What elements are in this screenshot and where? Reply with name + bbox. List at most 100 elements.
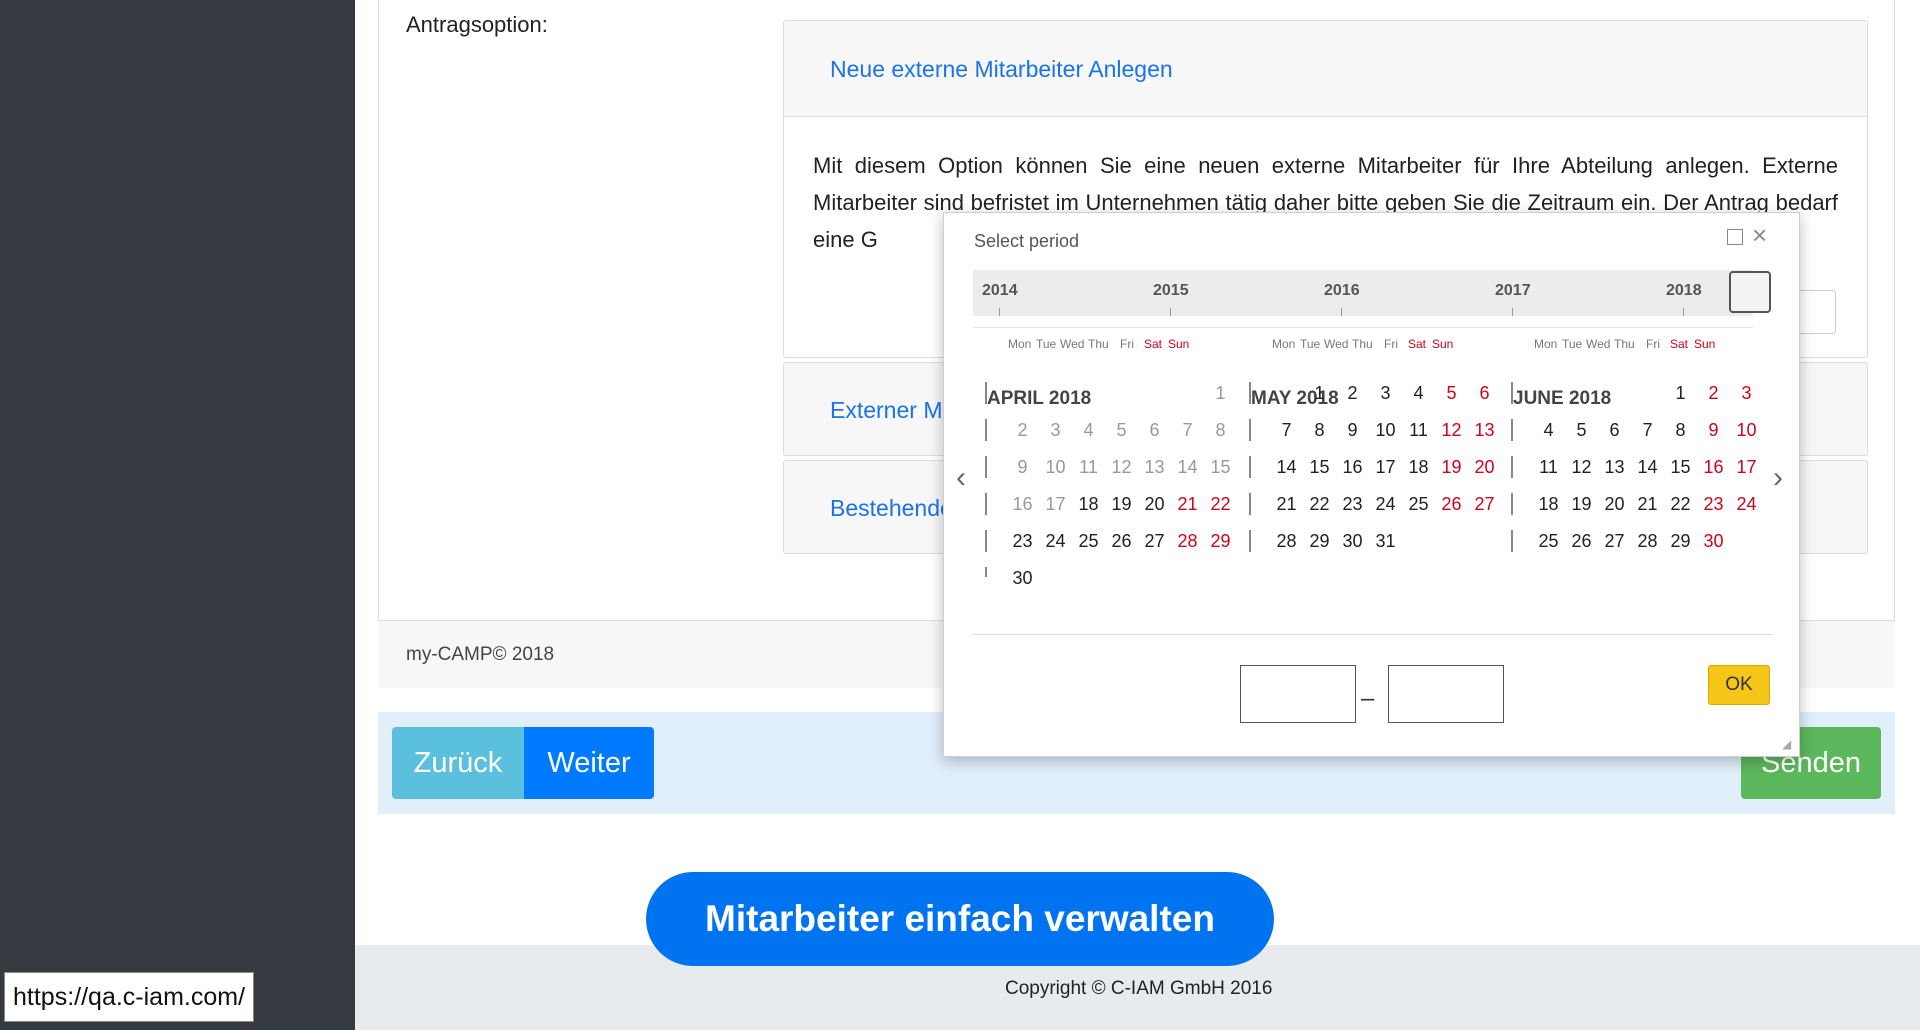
calendar-day[interactable]: 30 [1697,531,1730,552]
calendar-day[interactable]: 5 [1565,420,1598,441]
calendar-day[interactable]: 7 [1270,420,1303,441]
calendar-day[interactable]: 18 [1532,494,1565,515]
calendar-day[interactable]: 22 [1664,494,1697,515]
calendar-day[interactable]: 10 [1730,420,1763,441]
chevron-left-icon[interactable]: ‹ [956,463,966,493]
week-selector[interactable] [985,382,987,404]
calendar-day[interactable]: 20 [1138,494,1171,515]
calendar-day[interactable]: 29 [1664,531,1697,552]
calendar-day[interactable]: 29 [1303,531,1336,552]
calendar-day[interactable]: 1 [1664,383,1697,404]
week-selector[interactable] [1511,419,1513,441]
timeline-handle[interactable] [1729,271,1771,313]
calendar-day[interactable]: 4 [1532,420,1565,441]
calendar-day[interactable]: 13 [1138,457,1171,478]
calendar-day[interactable]: 5 [1105,420,1138,441]
calendar-day[interactable]: 19 [1565,494,1598,515]
calendar-day[interactable]: 19 [1105,494,1138,515]
maximize-icon[interactable] [1727,229,1743,245]
calendar-day[interactable]: 2 [1006,420,1039,441]
calendar-day[interactable]: 5 [1435,383,1468,404]
calendar-day[interactable]: 14 [1171,457,1204,478]
calendar-day[interactable]: 21 [1171,494,1204,515]
chevron-right-icon[interactable]: › [1773,463,1783,493]
calendar-day[interactable]: 18 [1402,457,1435,478]
calendar-day[interactable]: 1 [1204,383,1237,404]
calendar-day[interactable]: 26 [1565,531,1598,552]
back-button[interactable]: Zurück [392,727,524,799]
close-icon[interactable]: × [1752,221,1767,249]
week-selector[interactable] [1511,493,1513,515]
calendar-day[interactable]: 20 [1468,457,1501,478]
calendar-day[interactable]: 12 [1565,457,1598,478]
calendar-day[interactable]: 16 [1006,494,1039,515]
calendar-day[interactable]: 3 [1730,383,1763,404]
calendar-day[interactable]: 15 [1204,457,1237,478]
week-selector[interactable] [1511,382,1513,404]
calendar-day[interactable]: 29 [1204,531,1237,552]
next-button[interactable]: Weiter [524,727,654,799]
calendar-day[interactable]: 1 [1303,383,1336,404]
calendar-day[interactable]: 23 [1697,494,1730,515]
calendar-day[interactable]: 17 [1039,494,1072,515]
calendar-day[interactable]: 14 [1631,457,1664,478]
calendar-day[interactable]: 15 [1303,457,1336,478]
calendar-day[interactable]: 30 [1336,531,1369,552]
week-selector[interactable] [1249,419,1251,441]
calendar-day[interactable]: 25 [1402,494,1435,515]
calendar-day[interactable]: 3 [1039,420,1072,441]
calendar-day[interactable]: 24 [1039,531,1072,552]
calendar-day[interactable]: 2 [1336,383,1369,404]
week-selector[interactable] [1511,530,1513,552]
calendar-day[interactable]: 27 [1598,531,1631,552]
week-selector[interactable] [1249,530,1251,552]
calendar-day[interactable]: 25 [1532,531,1565,552]
calendar-day[interactable]: 26 [1435,494,1468,515]
calendar-day[interactable]: 28 [1631,531,1664,552]
calendar-day[interactable]: 13 [1468,420,1501,441]
calendar-day[interactable]: 16 [1697,457,1730,478]
year-timeline[interactable]: 2014 2015 2016 2017 2018 [973,270,1753,316]
calendar-day[interactable]: 2 [1697,383,1730,404]
calendar-day[interactable]: 22 [1204,494,1237,515]
calendar-day[interactable]: 4 [1402,383,1435,404]
week-selector[interactable] [985,456,987,478]
calendar-day[interactable]: 3 [1369,383,1402,404]
calendar-day[interactable]: 9 [1697,420,1730,441]
calendar-day[interactable]: 21 [1270,494,1303,515]
calendar-day[interactable]: 10 [1369,420,1402,441]
calendar-day[interactable]: 8 [1204,420,1237,441]
calendar-day[interactable]: 8 [1664,420,1697,441]
calendar-day[interactable]: 20 [1598,494,1631,515]
calendar-day[interactable]: 12 [1105,457,1138,478]
calendar-day[interactable]: 24 [1369,494,1402,515]
calendar-day[interactable]: 28 [1270,531,1303,552]
calendar-day[interactable]: 6 [1138,420,1171,441]
calendar-day[interactable]: 25 [1072,531,1105,552]
calendar-day[interactable]: 22 [1303,494,1336,515]
week-selector[interactable] [985,530,987,552]
ok-button[interactable]: OK [1708,665,1770,705]
week-selector[interactable] [1249,456,1251,478]
calendar-day[interactable]: 24 [1730,494,1763,515]
calendar-day[interactable]: 12 [1435,420,1468,441]
option-new-external-employee-title[interactable]: Neue externe Mitarbeiter Anlegen [784,21,1867,117]
range-start-input[interactable] [1240,665,1356,723]
calendar-day[interactable]: 9 [1006,457,1039,478]
calendar-day[interactable]: 9 [1336,420,1369,441]
calendar-day[interactable]: 18 [1072,494,1105,515]
calendar-day[interactable]: 28 [1171,531,1204,552]
week-selector[interactable] [985,567,987,577]
calendar-day[interactable]: 14 [1270,457,1303,478]
calendar-day[interactable]: 11 [1402,420,1435,441]
calendar-day[interactable]: 6 [1468,383,1501,404]
range-end-input[interactable] [1388,665,1504,723]
calendar-day[interactable]: 7 [1171,420,1204,441]
calendar-day[interactable]: 16 [1336,457,1369,478]
calendar-day[interactable]: 6 [1598,420,1631,441]
calendar-day[interactable]: 17 [1730,457,1763,478]
calendar-day[interactable]: 26 [1105,531,1138,552]
calendar-day[interactable]: 23 [1336,494,1369,515]
calendar-day[interactable]: 15 [1664,457,1697,478]
calendar-day[interactable]: 21 [1631,494,1664,515]
